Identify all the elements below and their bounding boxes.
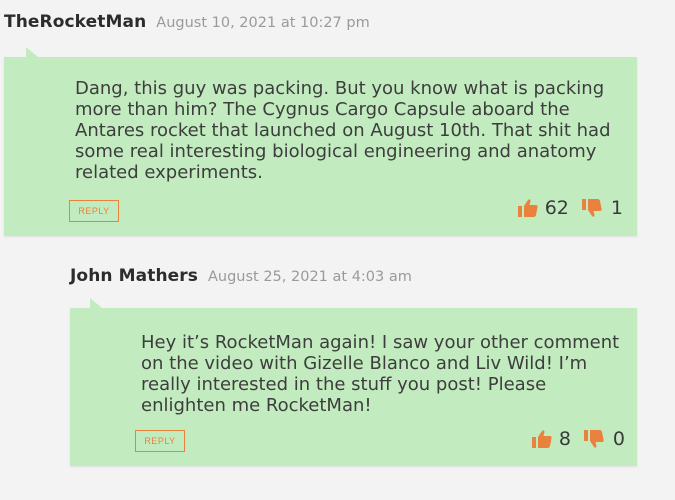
comment-date[interactable]: August 25, 2021 at 4:03 am bbox=[208, 269, 412, 285]
comment-line: Hey it’s RocketMan again! I saw your oth… bbox=[141, 332, 620, 353]
like-count: 8 bbox=[558, 428, 571, 450]
comment-line: on the video with Gizelle Blanco and Liv… bbox=[141, 353, 588, 374]
comment-line: some real interesting biological enginee… bbox=[75, 141, 597, 162]
comment-line: related experiments. bbox=[75, 162, 263, 183]
reply-button[interactable]: REPLY bbox=[135, 430, 185, 452]
comment-date[interactable]: August 10, 2021 at 10:27 pm bbox=[156, 15, 369, 31]
comment-line: really interested in the stuff you post!… bbox=[141, 374, 547, 395]
like-count: 62 bbox=[544, 197, 569, 219]
comment-meta: TheRocketMan August 10, 2021 at 10:27 pm bbox=[4, 12, 370, 32]
comment-line: Antares rocket that launched on August 1… bbox=[75, 120, 611, 141]
comment-author[interactable]: John Mathers bbox=[70, 266, 198, 286]
reply-button[interactable]: REPLY bbox=[69, 200, 119, 222]
dislike-count: 1 bbox=[610, 197, 623, 219]
thumbs-down-icon[interactable] bbox=[581, 198, 603, 218]
vote-controls: 62 1 bbox=[517, 197, 623, 219]
comment-bubble: Hey it’s RocketMan again! I saw your oth… bbox=[70, 298, 637, 466]
comment-body: Dang, this guy was packing. But you know… bbox=[75, 78, 611, 183]
comment-line: Dang, this guy was packing. But you know… bbox=[75, 78, 605, 99]
bubble-tail bbox=[90, 298, 102, 308]
dislike-count: 0 bbox=[612, 428, 625, 450]
thumbs-down-icon[interactable] bbox=[583, 429, 605, 449]
comment-body: Hey it’s RocketMan again! I saw your oth… bbox=[141, 332, 619, 416]
thumbs-up-icon[interactable] bbox=[517, 198, 539, 218]
comment-line: more than him? The Cygnus Cargo Capsule … bbox=[75, 99, 570, 120]
comment-author[interactable]: TheRocketMan bbox=[4, 12, 146, 32]
bubble-tail bbox=[26, 47, 38, 57]
comment-bubble: Dang, this guy was packing. But you know… bbox=[4, 47, 637, 236]
comment-meta: John Mathers August 25, 2021 at 4:03 am bbox=[70, 266, 412, 286]
thumbs-up-icon[interactable] bbox=[531, 429, 553, 449]
comment-line: enlighten me RocketMan! bbox=[141, 395, 372, 416]
vote-controls: 8 0 bbox=[531, 428, 625, 450]
